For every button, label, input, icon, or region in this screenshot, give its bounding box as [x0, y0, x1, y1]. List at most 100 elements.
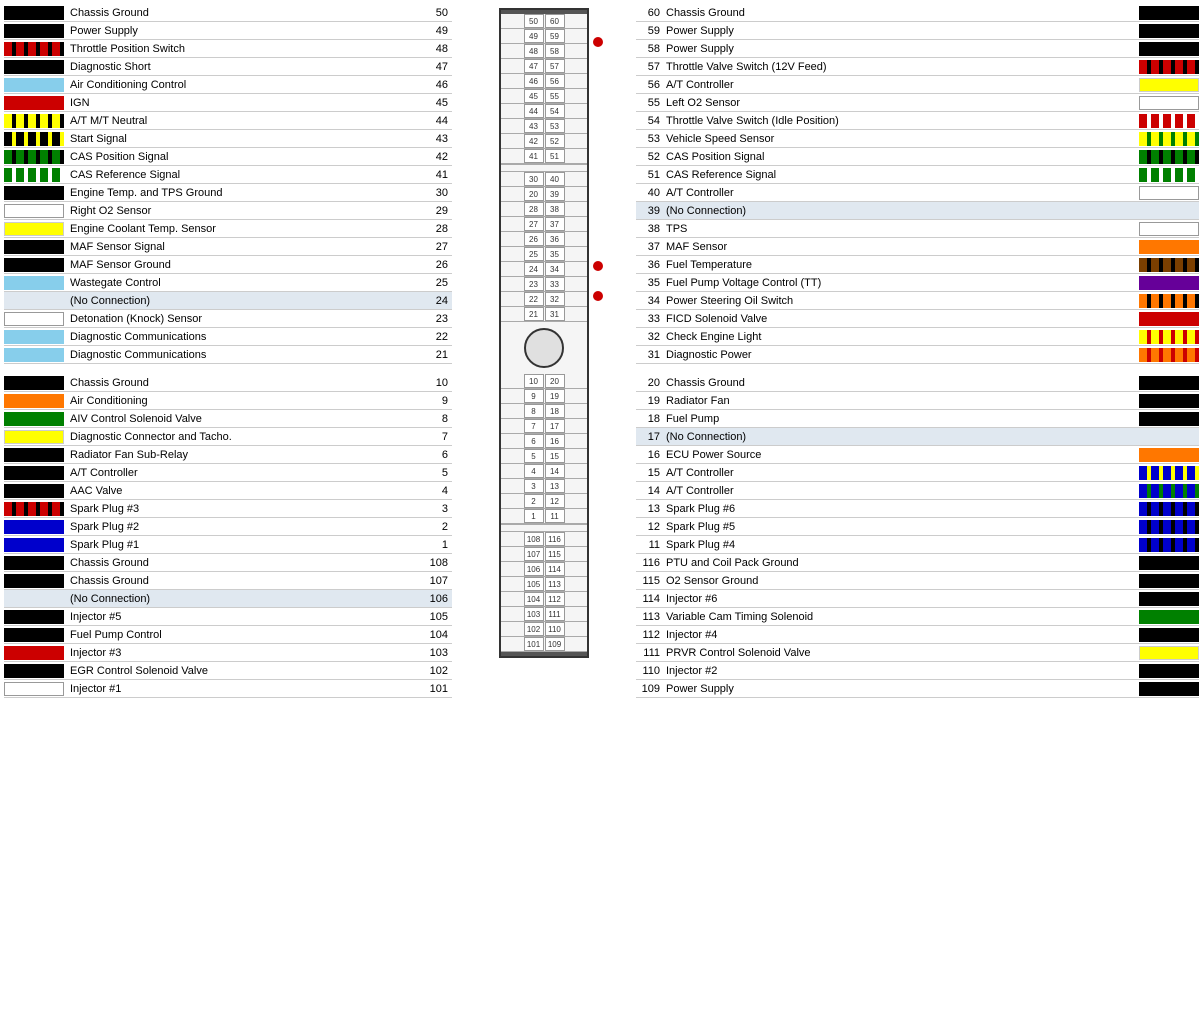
connector-row: 212 [501, 494, 587, 509]
left-pin-row: EGR Control Solenoid Valve102 [4, 662, 452, 680]
right-pin-row: 110Injector #2 [636, 662, 1199, 680]
connector-row: 1020 [501, 374, 587, 389]
pin-number: 36 [636, 259, 664, 271]
connector-cell: 21 [524, 307, 544, 321]
wire-swatch [4, 484, 64, 498]
pin-number: 4 [412, 485, 452, 497]
right-pin-row: 116PTU and Coil Pack Ground [636, 554, 1199, 572]
wire-swatch [4, 222, 64, 236]
maf-ground-dot [593, 291, 603, 301]
pin-number: 101 [412, 683, 452, 695]
pin-number: 42 [412, 151, 452, 163]
wire-swatch [4, 6, 64, 20]
connector-cell: 46 [524, 74, 544, 88]
wire-swatch [4, 502, 64, 516]
left-pin-row: Fuel Pump Control104 [4, 626, 452, 644]
connector-cell: 115 [545, 547, 565, 561]
connector-cell: 28 [524, 202, 544, 216]
connector-cell: 109 [545, 637, 565, 651]
right-pin-row: 112Injector #4 [636, 626, 1199, 644]
pin-number: 32 [636, 331, 664, 343]
pin-number: 45 [412, 97, 452, 109]
connector-row: 616 [501, 434, 587, 449]
connector-row: 2434 [501, 262, 587, 277]
wire-swatch [1139, 376, 1199, 390]
pin-number: 54 [636, 115, 664, 127]
connector-row: 5060 [501, 14, 587, 29]
pin-label: Throttle Valve Switch (Idle Position) [664, 115, 1137, 127]
pin-label: Diagnostic Communications [66, 331, 412, 343]
wire-swatch [4, 348, 64, 362]
connector-cell: 104 [524, 592, 544, 606]
wire-swatch [1139, 186, 1199, 200]
wire-swatch [1139, 150, 1199, 164]
pin-label: A/T Controller [664, 485, 1137, 497]
right-pin-row: 52CAS Position Signal [636, 148, 1199, 166]
right-pin-row: 19Radiator Fan [636, 392, 1199, 410]
left-pin-row: Throttle Position Switch48 [4, 40, 452, 58]
wire-swatch [1139, 204, 1199, 218]
wire-swatch [1139, 448, 1199, 462]
wire-swatch [4, 60, 64, 74]
pin-number: 116 [636, 557, 664, 569]
pin-label: Power Supply [664, 683, 1137, 695]
pin-label: Injector #6 [664, 593, 1137, 605]
pin-label: Left O2 Sensor [664, 97, 1137, 109]
connector-row: 4555 [501, 89, 587, 104]
wire-swatch [4, 394, 64, 408]
wire-swatch [1139, 348, 1199, 362]
pin-label: Power Supply [664, 43, 1137, 55]
wire-swatch [4, 276, 64, 290]
pin-number: 5 [412, 467, 452, 479]
connector-cell: 116 [545, 532, 565, 546]
pin-label: Diagnostic Power [664, 349, 1137, 361]
pin-label: AIV Control Solenoid Valve [66, 413, 412, 425]
left-pin-row: AAC Valve4 [4, 482, 452, 500]
pin-number: 49 [412, 25, 452, 37]
pin-label: Spark Plug #1 [66, 539, 412, 551]
wire-swatch [1139, 628, 1199, 642]
pin-number: 111 [636, 647, 664, 659]
pin-label: Injector #2 [664, 665, 1137, 677]
spacer [4, 364, 452, 374]
left-pin-row: CAS Position Signal42 [4, 148, 452, 166]
pin-number: 15 [636, 467, 664, 479]
pin-number: 27 [412, 241, 452, 253]
pin-label: (No Connection) [664, 431, 1137, 443]
left-pin-row: AIV Control Solenoid Valve8 [4, 410, 452, 428]
connector-cell: 7 [524, 419, 544, 433]
wire-swatch [1139, 60, 1199, 74]
wire-swatch [4, 376, 64, 390]
pin-label: Diagnostic Short [66, 61, 412, 73]
pin-number: 46 [412, 79, 452, 91]
pin-number: 60 [636, 7, 664, 19]
connector-row: 4252 [501, 134, 587, 149]
connector-row: 4151 [501, 149, 587, 164]
pin-number: 29 [412, 205, 452, 217]
main-container: Chassis Ground50Power Supply49Throttle P… [0, 0, 1203, 702]
left-pin-row: Injector #1101 [4, 680, 452, 698]
pin-label: ECU Power Source [664, 449, 1137, 461]
left-pin-row: Spark Plug #22 [4, 518, 452, 536]
pin-number: 11 [636, 539, 664, 551]
connector-cell: 26 [524, 232, 544, 246]
connector-cell: 31 [545, 307, 565, 321]
wire-swatch [4, 412, 64, 426]
pin-number: 17 [636, 431, 664, 443]
connector-cell: 110 [545, 622, 565, 636]
pin-label: Spark Plug #6 [664, 503, 1137, 515]
pin-number: 34 [636, 295, 664, 307]
connector-cell: 107 [524, 547, 544, 561]
left-pin-row: Start Signal43 [4, 130, 452, 148]
wire-swatch [1139, 258, 1199, 272]
left-pin-row: IGN45 [4, 94, 452, 112]
right-pin-row: 113Variable Cam Timing Solenoid [636, 608, 1199, 626]
wire-swatch [4, 312, 64, 326]
connector-row: 105113 [501, 577, 587, 592]
wire-swatch [4, 186, 64, 200]
pin-label: CAS Position Signal [66, 151, 412, 163]
pin-label: Radiator Fan Sub-Relay [66, 449, 412, 461]
right-pin-row: 55Left O2 Sensor [636, 94, 1199, 112]
connector-row: 2535 [501, 247, 587, 262]
connector-section: 1081161071151061141051131041121031111021… [501, 532, 587, 652]
